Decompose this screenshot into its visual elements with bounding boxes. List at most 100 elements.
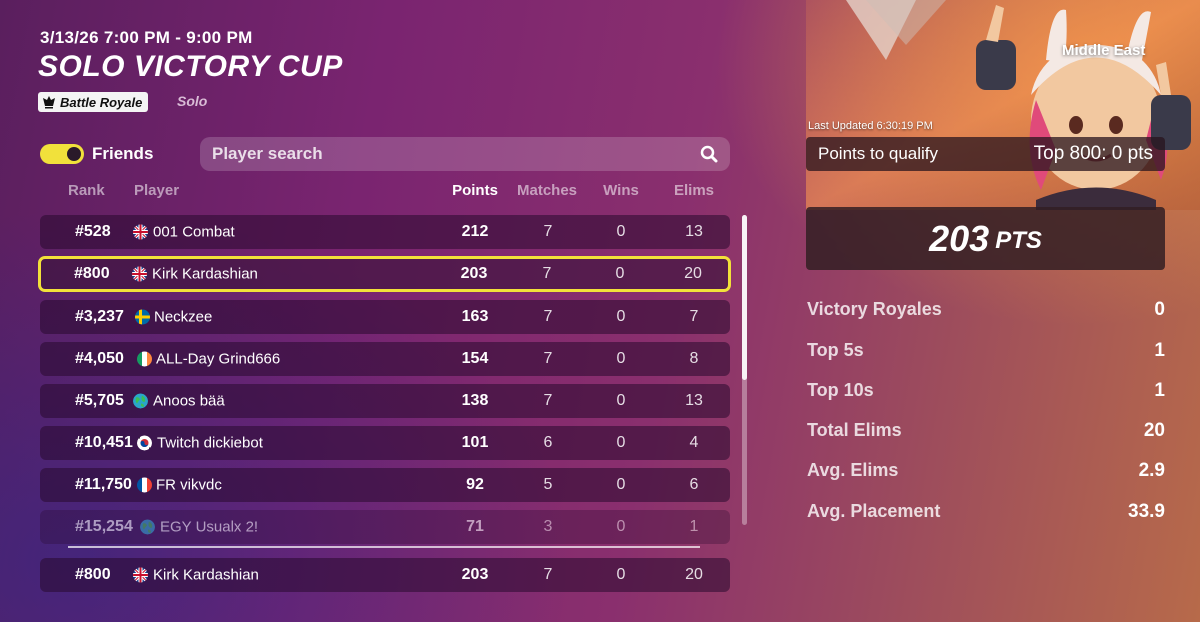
search-input[interactable] [212, 144, 700, 164]
search-icon[interactable] [700, 145, 718, 163]
qualify-value: Top 800: 0 pts [1033, 143, 1153, 164]
table-row[interactable]: #5,705 Anoos bää 138 7 0 13 [40, 384, 730, 418]
col-points[interactable]: Points [440, 182, 510, 199]
rank: #11,750 [75, 476, 132, 493]
elims: 13 [685, 392, 703, 409]
matches: 7 [543, 223, 553, 240]
stat-label: Avg. Placement [807, 501, 941, 521]
pinned-player-row[interactable]: #800 Kirk Kardashian 203 7 0 20 [40, 558, 730, 592]
player-name: Twitch dickiebot [157, 434, 263, 452]
stat-label: Total Elims [807, 420, 902, 440]
wins: 0 [616, 392, 626, 409]
stat-value: 33.9 [1128, 501, 1165, 522]
wins: 0 [616, 350, 626, 367]
rank: #15,254 [75, 518, 133, 535]
table-row[interactable]: #528 001 Combat 212 7 0 13 [40, 215, 730, 249]
wins: 0 [615, 265, 625, 282]
stat-value: 2.9 [1138, 460, 1165, 481]
points-total: 203 [929, 217, 990, 259]
stat-value: 0 [1154, 299, 1165, 320]
matches: 7 [542, 265, 552, 282]
points: 212 [461, 223, 489, 240]
friends-toggle[interactable] [40, 144, 84, 164]
matches: 6 [543, 434, 553, 451]
stat-value: 1 [1154, 380, 1165, 401]
stat-label: Top 10s [807, 380, 874, 400]
rank: #800 [75, 566, 111, 583]
elims: 1 [689, 518, 699, 535]
gb-flag-icon [133, 567, 148, 583]
last-updated: Last Updated 6:30:19 PM [808, 120, 933, 132]
globe-icon [133, 393, 148, 409]
stat-value: 20 [1143, 420, 1165, 441]
points: 203 [461, 566, 489, 583]
character-art [806, 0, 1200, 210]
points: 71 [466, 518, 484, 535]
elims: 20 [684, 265, 702, 282]
rank: #5,705 [75, 392, 124, 409]
stat-label: Avg. Elims [807, 460, 899, 480]
player-name: Anoos bää [153, 392, 225, 410]
elims: 20 [685, 566, 703, 583]
wins: 0 [616, 476, 626, 493]
col-wins[interactable]: Wins [586, 182, 656, 199]
rank: #10,451 [75, 434, 133, 451]
gb-flag-icon [133, 224, 148, 240]
stat-label: Top 5s [807, 340, 864, 360]
kr-flag-icon [137, 435, 152, 451]
matches: 7 [543, 566, 553, 583]
rank: #4,050 [75, 350, 124, 367]
wins: 0 [616, 434, 626, 451]
points-unit: PTS [995, 226, 1042, 254]
mode-badge-label: Battle Royale [60, 94, 143, 110]
event-title: SOLO VICTORY CUP [38, 50, 343, 83]
player-name: Kirk Kardashian [152, 265, 258, 283]
mode-badge: Battle Royale [38, 92, 149, 112]
qualify-box: Points to qualify Top 800: 0 pts [806, 137, 1165, 171]
col-rank[interactable]: Rank [68, 182, 105, 199]
col-elims[interactable]: Elims [659, 182, 729, 199]
region-label: Middle East [1062, 42, 1146, 59]
points: 92 [466, 476, 484, 493]
list-divider [68, 546, 700, 548]
col-matches[interactable]: Matches [512, 182, 582, 199]
elims: 8 [689, 350, 699, 367]
points: 154 [461, 350, 489, 367]
matches: 7 [543, 308, 553, 325]
rank: #800 [74, 265, 110, 282]
rank: #528 [75, 223, 111, 240]
player-name: EGY Usualx 2! [160, 518, 259, 536]
rank: #3,237 [75, 308, 124, 325]
crown-icon [43, 96, 55, 109]
globe-icon [140, 519, 155, 535]
points: 138 [461, 392, 489, 409]
stat-label: Victory Royales [807, 299, 942, 319]
event-datetime: 3/13/26 7:00 PM - 9:00 PM [40, 28, 253, 47]
player-name: Kirk Kardashian [153, 566, 259, 584]
table-row[interactable]: #15,254 EGY Usualx 2! 71 3 0 1 [40, 510, 730, 544]
wins: 0 [616, 518, 626, 535]
points: 101 [461, 434, 489, 451]
elims: 7 [689, 308, 699, 325]
table-row-selected[interactable]: #800 Kirk Kardashian 203 7 0 20 [38, 256, 731, 292]
table-row[interactable]: #10,451 Twitch dickiebot 101 6 0 4 [40, 426, 730, 460]
table-row[interactable]: #3,237 Neckzee 163 7 0 7 [40, 300, 730, 334]
points: 203 [460, 265, 488, 282]
matches: 7 [543, 350, 553, 367]
scrollbar-thumb[interactable] [742, 215, 747, 380]
matches: 5 [543, 476, 553, 493]
matches: 7 [543, 392, 553, 409]
wins: 0 [616, 566, 626, 583]
table-row[interactable]: #4,050 ALL-Day Grind666 154 7 0 8 [40, 342, 730, 376]
mode-subtitle: Solo [177, 93, 208, 109]
points-total-box: 203 PTS [806, 207, 1165, 270]
player-name: 001 Combat [153, 223, 235, 241]
table-row[interactable]: #11,750 FR vikvdc 92 5 0 6 [40, 468, 730, 502]
friends-label: Friends [92, 144, 154, 163]
fr-flag-icon [137, 477, 152, 493]
elims: 13 [685, 223, 703, 240]
player-name: FR vikvdc [156, 476, 222, 494]
col-player[interactable]: Player [134, 182, 179, 199]
matches: 3 [543, 518, 553, 535]
player-search[interactable] [200, 137, 730, 171]
